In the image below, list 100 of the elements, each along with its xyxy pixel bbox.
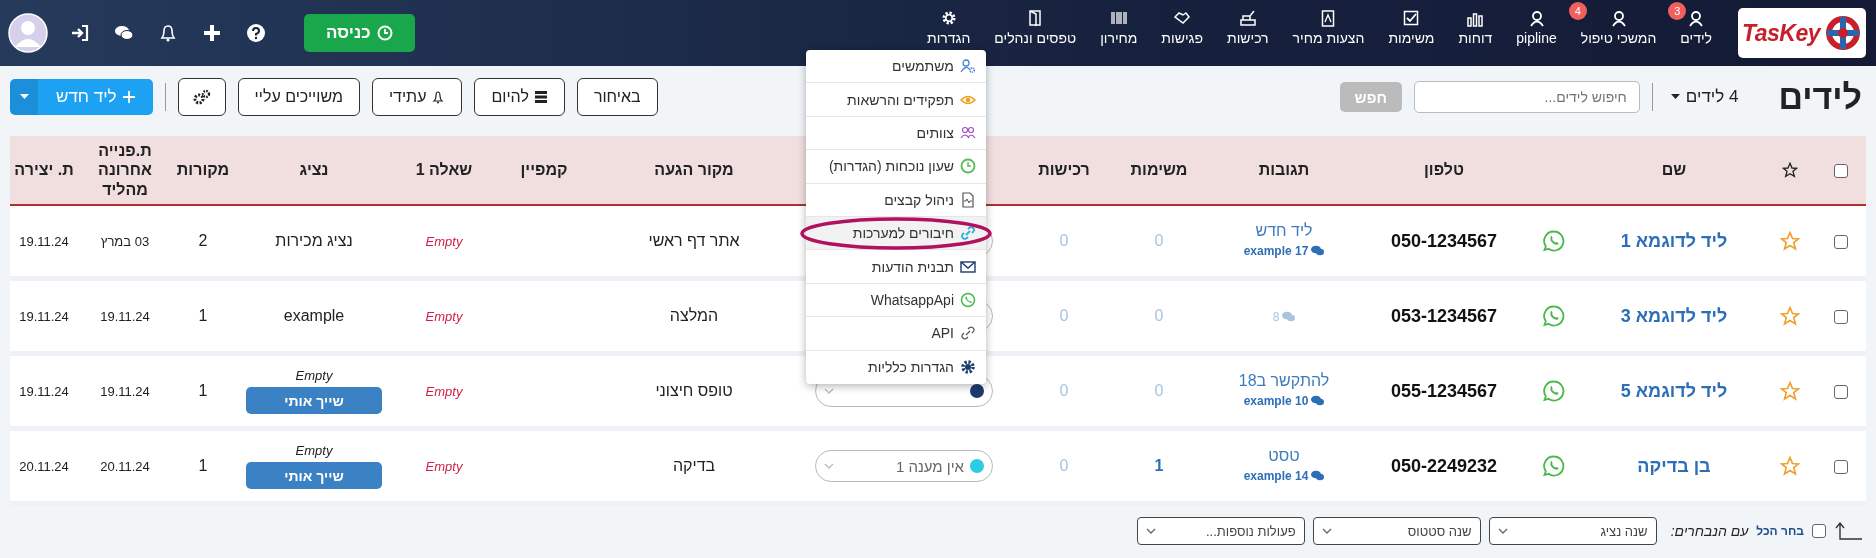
logo[interactable]: TasKey xyxy=(1738,8,1866,58)
filter-button[interactable]: משוייכים עליי xyxy=(237,78,360,116)
nav-item[interactable]: הצעות מחיר xyxy=(1280,10,1377,46)
caret-icon xyxy=(19,94,29,100)
chevron-down-icon xyxy=(824,388,834,394)
nav-item[interactable]: pipline xyxy=(1504,10,1569,46)
user-icon xyxy=(1610,10,1627,27)
sources-count: 1 xyxy=(198,382,208,399)
nav-item[interactable]: הגדרות xyxy=(914,10,983,46)
reply-count[interactable]: 14 example xyxy=(1243,468,1325,483)
users-gear-icon xyxy=(960,58,976,75)
users-icon xyxy=(960,124,976,141)
list-icon xyxy=(533,90,548,104)
notification-badge: 4 xyxy=(1568,2,1587,20)
nav-item[interactable]: פגישות xyxy=(1149,10,1215,46)
purchase-count: 0 xyxy=(1059,382,1069,399)
nav-item[interactable]: מחירון xyxy=(1088,10,1150,46)
reply-count[interactable]: 10 example xyxy=(1243,393,1325,408)
menu-item[interactable]: WhatsappApi xyxy=(806,283,986,318)
document-icon xyxy=(1320,10,1337,27)
lead-name-link[interactable]: ליד לדוגמא 1 xyxy=(1620,230,1728,251)
empty-value: Empty xyxy=(425,234,463,249)
handshake-icon xyxy=(1174,10,1191,27)
bell-icon[interactable] xyxy=(158,23,178,43)
menu-item[interactable]: שעון נוכחות (הגדרות) xyxy=(806,150,986,184)
rep-name: נציג מכירות xyxy=(275,232,353,249)
menu-item[interactable]: תבנית הודעות xyxy=(806,250,986,284)
comments-icon xyxy=(1282,311,1296,323)
caret-icon xyxy=(1670,94,1680,100)
source-text: המלצה xyxy=(669,307,719,324)
chat-icon[interactable] xyxy=(114,23,134,43)
whatsapp-icon[interactable] xyxy=(1543,230,1565,252)
lead-count-dropdown[interactable]: 4 לידים xyxy=(1664,86,1745,108)
row-checkbox[interactable] xyxy=(1834,459,1848,474)
lead-name-link[interactable]: ליד לדוגמא 5 xyxy=(1620,380,1728,401)
last-contact-date: 19.11.24 xyxy=(100,384,150,399)
whatsapp-icon[interactable] xyxy=(1543,305,1565,327)
purchase-count: 0 xyxy=(1059,307,1069,324)
star-icon[interactable] xyxy=(1782,162,1798,178)
star-icon[interactable] xyxy=(1780,456,1800,476)
select-all-checkbox[interactable] xyxy=(1812,524,1826,538)
avatar[interactable] xyxy=(8,13,48,53)
with-selected-label: עם הנבחרים: xyxy=(1670,523,1749,539)
bell-icon xyxy=(431,90,446,104)
nav-item[interactable]: רכישות xyxy=(1215,10,1281,46)
source-text: בדיקה xyxy=(672,457,716,474)
nav-item[interactable]: טפסים ונהלים xyxy=(982,10,1089,46)
reply-text[interactable]: טסט xyxy=(1208,446,1360,465)
filter-button[interactable]: להיום xyxy=(474,78,565,116)
assign-me-button[interactable]: שייך אותי xyxy=(246,462,382,489)
plus-icon xyxy=(122,91,135,103)
barcode-icon xyxy=(1110,10,1127,27)
filter-button[interactable]: עתידי xyxy=(371,78,463,116)
row-checkbox[interactable] xyxy=(1834,234,1848,249)
dropdown[interactable]: פעולות נוספות... xyxy=(1136,517,1305,545)
menu-item[interactable]: צוותים xyxy=(806,116,986,151)
door-icon xyxy=(1027,10,1044,27)
dropdown[interactable]: שנה סטטוס xyxy=(1312,517,1481,545)
whatsapp-icon[interactable] xyxy=(1543,455,1565,477)
reply-text[interactable]: להתקשר ב18 xyxy=(1208,371,1360,390)
logo-icon xyxy=(1824,14,1862,52)
purchase-count: 0 xyxy=(1059,232,1069,249)
menu-item[interactable]: ניהול קבצים xyxy=(806,183,986,217)
dropdown[interactable]: שנה נציג xyxy=(1488,517,1657,545)
menu-item[interactable]: הגדרות כלליות xyxy=(806,350,986,384)
reply-text[interactable]: ליד חדש xyxy=(1208,221,1360,240)
dropdown-button[interactable] xyxy=(10,79,38,115)
bent-arrow-icon xyxy=(1834,521,1862,541)
settings-button[interactable] xyxy=(177,78,226,116)
reply-count[interactable]: 17 example xyxy=(1243,243,1325,258)
assign-me-button[interactable]: שייך אותי xyxy=(246,387,382,414)
menu-item[interactable]: API xyxy=(806,317,986,351)
search-field[interactable]: חיפוש לידים... xyxy=(1413,81,1640,113)
lead-name-link[interactable]: בן בדיקה xyxy=(1637,455,1711,476)
row-checkbox[interactable] xyxy=(1834,384,1848,399)
star-icon[interactable] xyxy=(1780,381,1800,401)
sign-in-icon[interactable] xyxy=(70,23,90,43)
checkbox[interactable] xyxy=(1834,164,1848,179)
register-icon xyxy=(1239,10,1256,27)
last-contact-date: 19.11.24 xyxy=(100,309,150,324)
help-icon[interactable] xyxy=(246,23,266,43)
star-icon[interactable] xyxy=(1780,231,1800,251)
gears-icon xyxy=(192,89,211,105)
menu-item[interactable]: משתמשים xyxy=(806,50,986,84)
menu-item[interactable]: תפקידים והרשאות xyxy=(806,83,986,117)
row-checkbox[interactable] xyxy=(1834,309,1848,324)
status-dropdown[interactable]: אין מענה 1 xyxy=(815,450,993,482)
nav-item[interactable]: משימות xyxy=(1376,10,1447,46)
whatsapp-icon[interactable] xyxy=(1543,380,1565,402)
last-contact-date: 20.11.24 xyxy=(100,459,150,474)
task-count[interactable]: 1 xyxy=(1154,457,1164,474)
star-icon[interactable] xyxy=(1780,306,1800,326)
nav-item[interactable]: דוחות xyxy=(1446,10,1505,46)
add-icon[interactable] xyxy=(202,23,222,43)
chevron-down-icon xyxy=(1321,528,1332,534)
empty-value: Empty xyxy=(425,384,463,399)
rep-name: example xyxy=(283,307,345,324)
lead-name-link[interactable]: ליד לדוגמא 3 xyxy=(1620,305,1728,326)
select-all-link[interactable]: בחר הכל xyxy=(1756,524,1804,538)
filter-button[interactable]: באיחור xyxy=(576,78,658,116)
